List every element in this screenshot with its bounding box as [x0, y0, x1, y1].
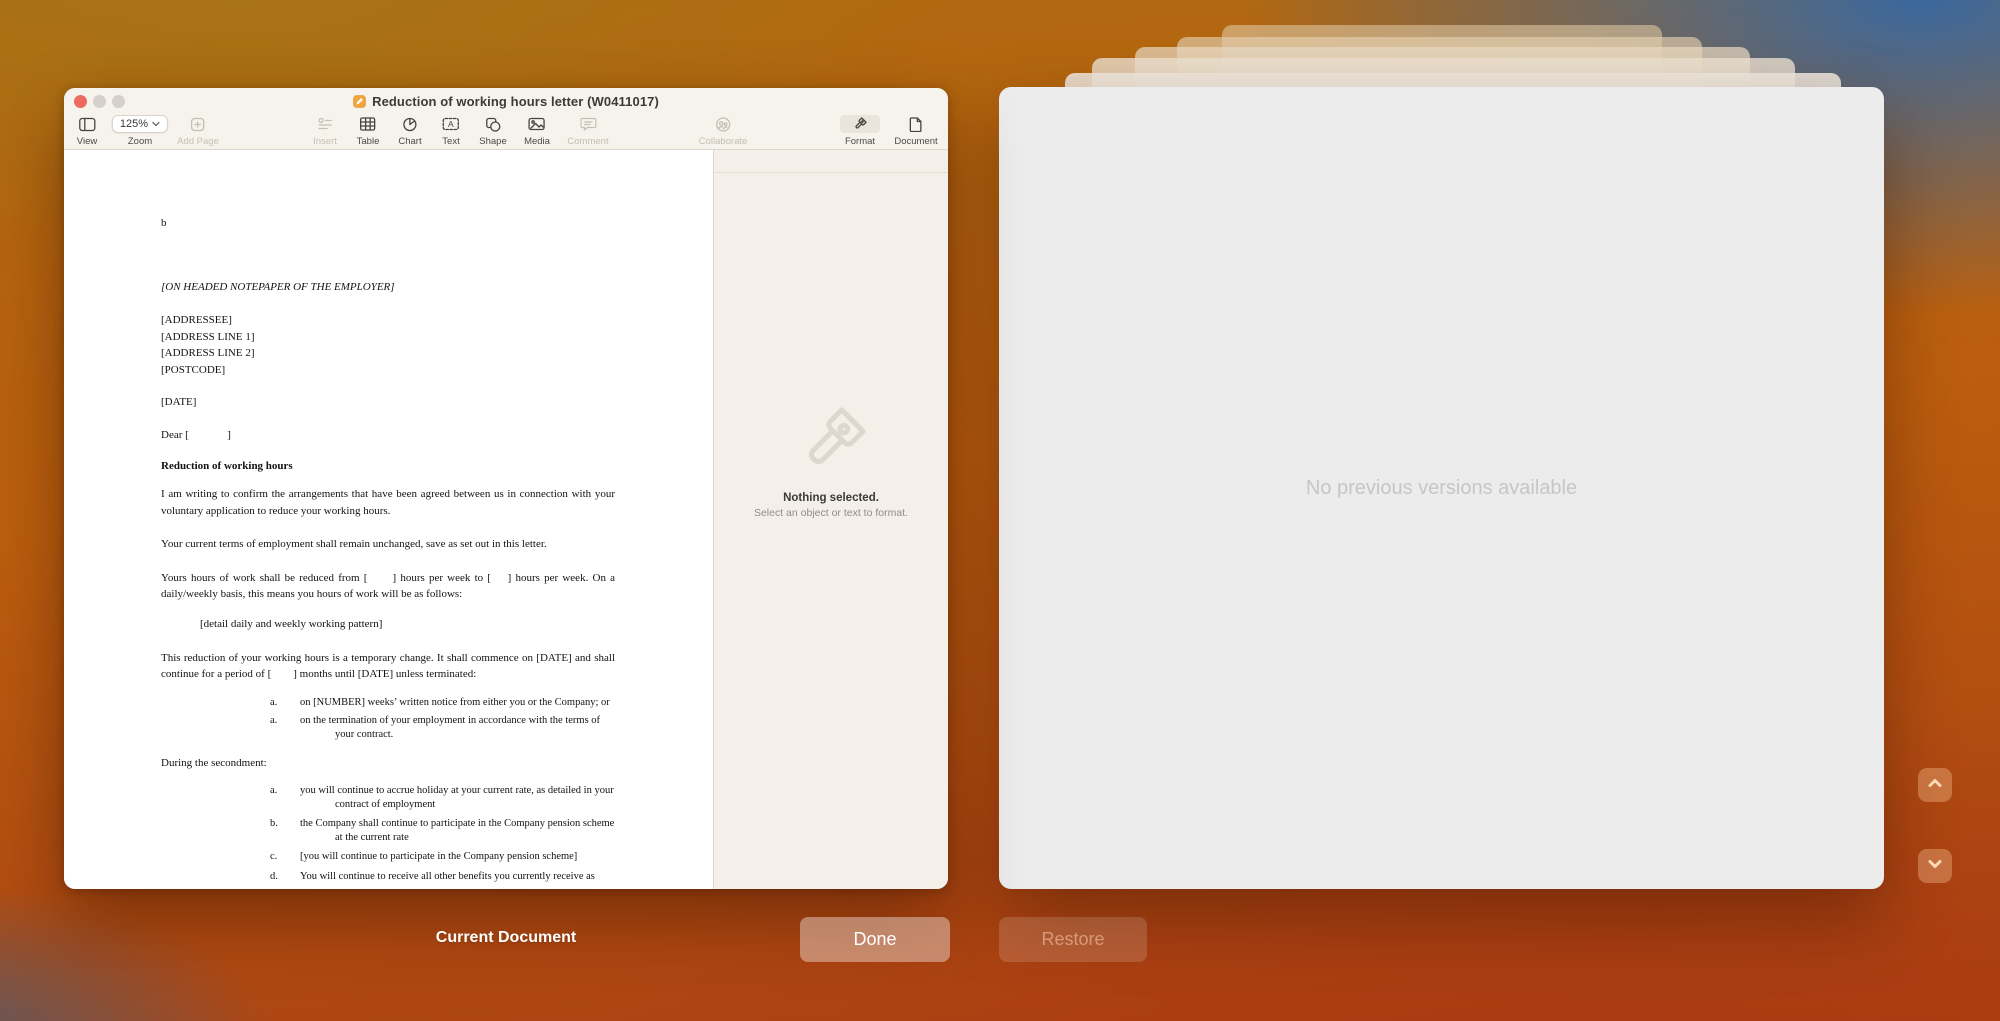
window-chrome: Reduction of working hours letter (W0411… [64, 88, 948, 150]
paragraph-2: Your current terms of employment shall r… [161, 538, 547, 550]
format-brush-icon [840, 115, 880, 133]
pages-doc-icon [353, 94, 366, 108]
chevron-down-icon [1927, 856, 1943, 877]
addressee-line: [ADDRESSEE] [161, 314, 232, 326]
postcode-line: [POSTCODE] [161, 363, 226, 376]
list-item: b. the Company shall continue to partici… [270, 818, 615, 843]
add-page-icon [190, 115, 205, 133]
letter-heading: Reduction of working hours [161, 460, 293, 472]
nothing-selected-title: Nothing selected. [783, 492, 879, 504]
chart-icon [402, 115, 417, 133]
toolbar-add-page-button: Add Page [177, 115, 219, 147]
paintbrush-icon [789, 400, 873, 484]
toolbar-format-button[interactable]: Format [840, 115, 880, 147]
paragraph-1: I am writing to confirm the arrangements… [161, 488, 615, 517]
current-document-label: Current Document [435, 929, 577, 946]
date-line: [DATE] [161, 396, 197, 408]
toolbar-document-button[interactable]: Document [894, 115, 938, 147]
previous-versions-panel: No previous versions available [999, 87, 1884, 889]
toolbar-comment-button: Comment [567, 115, 609, 147]
chevron-up-icon [1927, 775, 1943, 796]
list-item: a. on [NUMBER] weeks’ written notice fro… [270, 696, 610, 708]
toolbar-view-button[interactable]: View [77, 115, 97, 147]
collaborate-icon [715, 115, 732, 133]
stray-character: b [161, 217, 167, 229]
pages-document-window: Reduction of working hours letter (W0411… [64, 88, 948, 889]
toolbar-text-button[interactable]: A Text [442, 115, 460, 147]
table-icon [360, 115, 376, 133]
toolbar-chart-button[interactable]: Chart [398, 115, 422, 147]
insert-icon [317, 115, 333, 133]
toolbar-collaborate-button: Collaborate [699, 115, 747, 147]
text-box-icon: A [442, 115, 460, 133]
older-version-button[interactable] [1918, 768, 1952, 802]
zoom-level-value: 125% [119, 118, 149, 130]
inspector-empty-state: Nothing selected. Select an object or te… [714, 400, 948, 519]
toolbar-zoom-control[interactable]: 125% Zoom [111, 115, 169, 147]
paragraph-4: This reduction of your working hours is … [161, 651, 615, 681]
document-page[interactable]: b [ON HEADED NOTEPAPER OF THE EMPLOYER] … [64, 150, 713, 889]
secondment-label: During the secondment: [161, 757, 267, 769]
address-block: [ADDRESSEE] [ADDRESS LINE 1] [ADDRESS LI… [161, 312, 615, 378]
letter-content: b [ON HEADED NOTEPAPER OF THE EMPLOYER] … [64, 216, 713, 883]
secondment-list: a. you will continue to accrue holiday a… [270, 784, 615, 883]
shape-icon [485, 115, 501, 133]
svg-text:A: A [448, 119, 454, 129]
toolbar-media-button[interactable]: Media [524, 115, 550, 147]
version-browser-screen: { "window": { "title": "Reduction of wor… [0, 0, 2000, 1021]
list-item: a. on the termination of your employment… [270, 715, 601, 740]
no-versions-message: No previous versions available [1305, 476, 1578, 499]
termination-list: a. on [NUMBER] weeks’ written notice fro… [270, 696, 615, 742]
list-item: d. You will continue to receive all othe… [270, 870, 595, 882]
paragraph-3: Yours hours of work shall be reduced fro… [161, 571, 615, 601]
window-body: b [ON HEADED NOTEPAPER OF THE EMPLOYER] … [64, 150, 948, 889]
restore-button[interactable]: Restore [999, 917, 1147, 962]
working-pattern-line: [detail daily and weekly working pattern… [200, 617, 383, 630]
nothing-selected-subtitle: Select an object or text to format. [753, 507, 909, 519]
window-title: Reduction of working hours letter (W0411… [372, 93, 659, 109]
address-line-2: [ADDRESS LINE 2] [161, 347, 255, 359]
salutation-line: Dear [ ] [161, 429, 231, 441]
notepaper-line: [ON HEADED NOTEPAPER OF THE EMPLOYER] [161, 281, 395, 293]
toolbar-table-button[interactable]: Table [357, 115, 379, 147]
sidebar-view-icon [78, 115, 96, 133]
list-item: c. [you will continue to participate in … [270, 851, 578, 862]
format-inspector-panel: Nothing selected. Select an object or te… [713, 150, 948, 889]
title-bar: Reduction of working hours letter (W0411… [64, 92, 948, 110]
chevron-down-icon [152, 118, 160, 130]
toolbar-insert-button: Insert [313, 115, 337, 147]
toolbar-shape-button[interactable]: Shape [479, 115, 507, 147]
comment-icon [580, 115, 596, 133]
document-icon [909, 115, 923, 133]
zoom-level-dropdown[interactable]: 125% [111, 115, 169, 133]
address-line-1: [ADDRESS LINE 1] [161, 330, 255, 343]
newer-version-button[interactable] [1918, 849, 1952, 883]
done-button[interactable]: Done [800, 917, 950, 962]
list-item: a. you will continue to accrue holiday a… [270, 785, 614, 810]
media-icon [528, 115, 546, 133]
